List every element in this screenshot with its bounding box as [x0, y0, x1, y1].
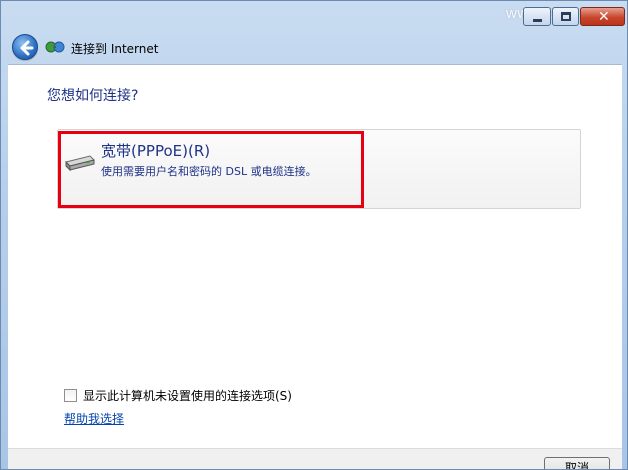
maximize-button[interactable]: [552, 7, 579, 26]
close-button[interactable]: ✕: [580, 7, 625, 26]
back-button[interactable]: [12, 34, 38, 60]
cancel-button[interactable]: 取消: [544, 457, 610, 469]
minimize-button[interactable]: [523, 7, 551, 26]
show-unset-options-checkbox[interactable]: [64, 389, 77, 402]
maximize-icon: [561, 12, 571, 21]
option-description: 使用需要用户名和密码的 DSL 或电缆连接。: [101, 165, 317, 178]
checkbox-label: 显示此计算机未设置使用的连接选项(S): [83, 389, 292, 403]
page-heading: 您想如何连接?: [47, 88, 139, 104]
footer-bar: 取消: [8, 448, 622, 469]
minimize-icon: [533, 19, 542, 22]
window-title: 连接到 Internet: [71, 42, 159, 56]
option-title: 宽带(PPPoE)(R): [101, 142, 211, 160]
back-arrow-icon: [20, 40, 34, 56]
close-icon: ✕: [598, 9, 610, 25]
broadband-pppoe-option[interactable]: 宽带(PPPoE)(R) 使用需要用户名和密码的 DSL 或电缆连接。: [57, 129, 581, 209]
nav-bar: 连接到 Internet: [8, 31, 622, 64]
wizard-window: www.it528.com ✕ 连接到 Internet 您想如何连接?: [0, 0, 628, 470]
network-globe-icon: [45, 41, 65, 53]
show-unset-options-row[interactable]: 显示此计算机未设置使用的连接选项(S): [64, 387, 292, 404]
content-pane: 您想如何连接? 宽带(PPPoE)(R) 使用需要用户名和密码的 DSL 或电缆…: [8, 64, 622, 448]
broadband-modem-icon: [65, 155, 95, 172]
help-me-choose-link[interactable]: 帮助我选择: [64, 410, 124, 427]
